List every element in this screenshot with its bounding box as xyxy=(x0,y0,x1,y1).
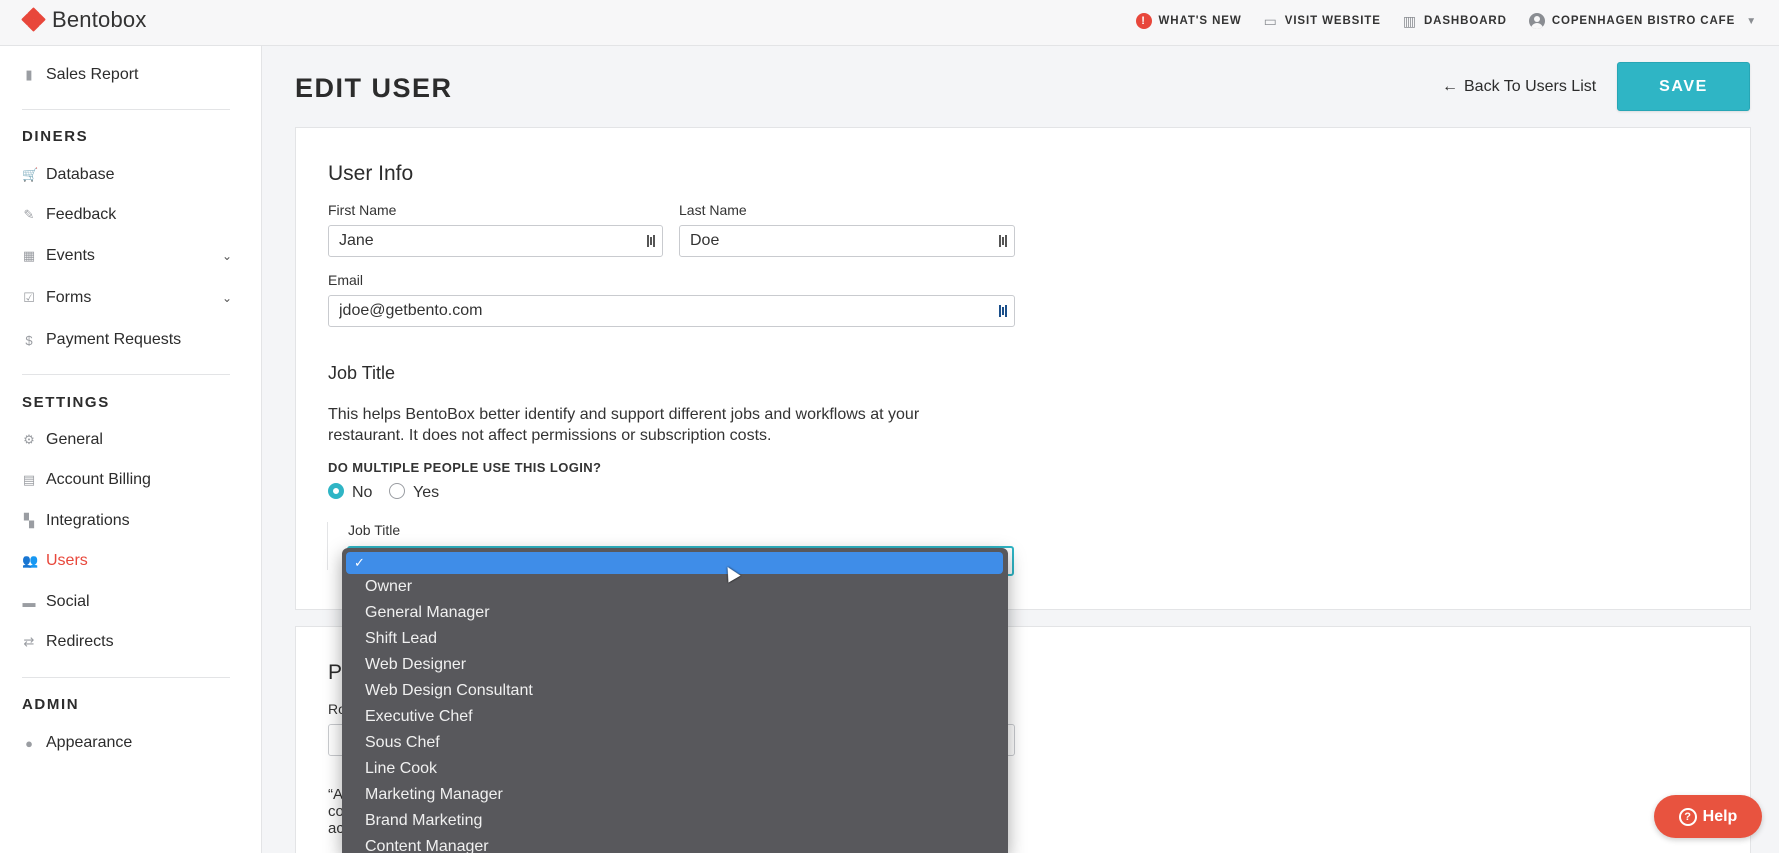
password-manager-icon xyxy=(647,234,659,248)
page-title: EDIT USER xyxy=(295,73,453,103)
sidebar-item-account-billing[interactable]: ▤ Account Billing xyxy=(22,471,232,489)
visit-website-link[interactable]: ▭ VISIT WEBSITE xyxy=(1264,13,1381,30)
bentobox-logo[interactable]: Bentobox xyxy=(21,7,147,33)
sidebar-item-events[interactable]: ▦ Events ⌄ xyxy=(22,247,232,265)
job-title-heading: Job Title xyxy=(328,363,396,383)
alert-badge-icon: ! xyxy=(1135,13,1152,29)
sidebar-divider xyxy=(22,109,230,110)
sidebar-item-sales-report[interactable]: ▮ Sales Report xyxy=(22,66,232,84)
dropdown-option[interactable]: Shift Lead xyxy=(365,630,437,648)
chat-icon: ▬ xyxy=(22,594,36,610)
save-button[interactable]: SAVE xyxy=(1617,62,1750,111)
browser-window-icon: ▭ xyxy=(1263,12,1278,29)
sidebar-item-feedback[interactable]: ✎ Feedback xyxy=(22,206,232,224)
users-icon: 👥 xyxy=(22,553,39,568)
sidebar-item-payment-requests[interactable]: $ Payment Requests xyxy=(22,331,232,349)
last-name-input[interactable] xyxy=(679,225,1015,257)
radio-yes-label: Yes xyxy=(413,484,440,501)
sidebar-divider xyxy=(22,677,230,678)
gear-icon: ⚙ xyxy=(23,432,35,447)
chevron-down-icon: ⌄ xyxy=(221,291,232,305)
dropdown-option[interactable]: Brand Marketing xyxy=(365,812,482,830)
dashboard-link[interactable]: ▥ DASHBOARD xyxy=(1403,13,1507,30)
first-name-input[interactable] xyxy=(328,225,663,257)
last-name-label: Last Name xyxy=(679,202,747,218)
sidebar-item-social[interactable]: ▬ Social xyxy=(22,593,232,611)
account-menu[interactable]: COPENHAGEN BISTRO CAFE ▼ xyxy=(1528,13,1757,29)
dropdown-option[interactable]: Content Manager xyxy=(365,838,489,853)
dropdown-option[interactable]: Marketing Manager xyxy=(365,786,503,804)
feedback-icon: ✎ xyxy=(23,207,35,222)
top-bar: Bentobox ! WHAT'S NEW ▭ VISIT WEBSITE ▥ … xyxy=(0,0,1779,46)
dropdown-option[interactable]: Sous Chef xyxy=(365,734,440,752)
user-avatar-icon xyxy=(1528,13,1545,29)
dropdown-option-blank-selected[interactable]: ✓ xyxy=(346,552,1003,574)
back-to-users-link[interactable]: ← Back To Users List xyxy=(1442,78,1596,96)
role-description-line-1: “A xyxy=(328,786,343,803)
grid-icon: ▚ xyxy=(24,513,34,528)
password-manager-icon xyxy=(999,304,1011,318)
job-title-dropdown-menu: ✓ Owner General Manager Shift Lead Web D… xyxy=(342,548,1008,853)
permissions-title-fragment: P xyxy=(328,661,343,684)
receipt-icon: ▤ xyxy=(22,472,36,487)
sidebar-item-general[interactable]: ⚙ General xyxy=(22,431,232,449)
sidebar-item-appearance[interactable]: ● Appearance xyxy=(22,734,232,752)
password-manager-icon xyxy=(999,234,1011,248)
sidebar-heading-settings: SETTINGS xyxy=(22,394,110,411)
sidebar-heading-admin: ADMIN xyxy=(22,696,80,713)
dropdown-option[interactable]: General Manager xyxy=(365,604,490,622)
whats-new-link[interactable]: ! WHAT'S NEW xyxy=(1135,13,1242,29)
logo-text: Bentobox xyxy=(52,7,147,32)
sidebar: ▮ Sales Report DINERS 🛒 Database ✎ Feedb… xyxy=(0,46,262,853)
dropdown-option[interactable]: Web Design Consultant xyxy=(365,682,533,700)
sidebar-item-forms[interactable]: ☑ Forms ⌄ xyxy=(22,289,232,307)
sidebar-item-database[interactable]: 🛒 Database xyxy=(22,166,232,184)
redirect-arrows-icon: ⇄ xyxy=(23,634,35,649)
bar-chart-icon: ▥ xyxy=(1402,12,1417,29)
sidebar-divider xyxy=(22,374,230,375)
help-button[interactable]: ? Help xyxy=(1654,795,1762,838)
email-label: Email xyxy=(328,272,364,288)
dollar-icon: $ xyxy=(25,332,33,348)
chevron-down-icon: ▼ xyxy=(1746,15,1757,27)
radio-yes[interactable] xyxy=(389,483,405,499)
palette-icon: ● xyxy=(25,735,33,751)
sidebar-item-users[interactable]: 👥 Users xyxy=(22,552,232,570)
arrow-left-icon: ← xyxy=(1442,78,1458,95)
chevron-down-icon: ⌄ xyxy=(221,249,232,263)
user-info-card xyxy=(295,127,1751,610)
calendar-icon: ▦ xyxy=(22,248,36,263)
sidebar-item-integrations[interactable]: ▚ Integrations xyxy=(22,512,232,530)
sidebar-heading-diners: DINERS xyxy=(22,128,89,145)
dropdown-option[interactable]: Executive Chef xyxy=(365,708,473,726)
radio-no-label: No xyxy=(352,484,373,501)
email-input[interactable] xyxy=(328,295,1015,327)
sidebar-item-redirects[interactable]: ⇄ Redirects xyxy=(22,633,232,651)
job-title-group-rule xyxy=(327,522,328,570)
first-name-label: First Name xyxy=(328,202,397,218)
radio-no[interactable] xyxy=(328,483,344,499)
dropdown-option[interactable]: Web Designer xyxy=(365,656,466,674)
question-icon: ? xyxy=(1678,807,1697,826)
bar-chart-icon: ▮ xyxy=(25,67,33,82)
dropdown-option[interactable]: Owner xyxy=(365,578,412,596)
job-title-select-label: Job Title xyxy=(348,522,401,538)
bentobox-logo-icon xyxy=(21,7,46,32)
form-icon: ☑ xyxy=(23,290,35,305)
top-nav: ! WHAT'S NEW ▭ VISIT WEBSITE ▥ DASHBOARD… xyxy=(1135,0,1757,42)
multiple-people-question: DO MULTIPLE PEOPLE USE THIS LOGIN? xyxy=(328,460,602,475)
user-info-title: User Info xyxy=(328,162,414,185)
cart-icon: 🛒 xyxy=(22,167,39,182)
job-title-help-text: This helps BentoBox better identify and … xyxy=(328,406,920,444)
dropdown-option[interactable]: Line Cook xyxy=(365,760,437,778)
